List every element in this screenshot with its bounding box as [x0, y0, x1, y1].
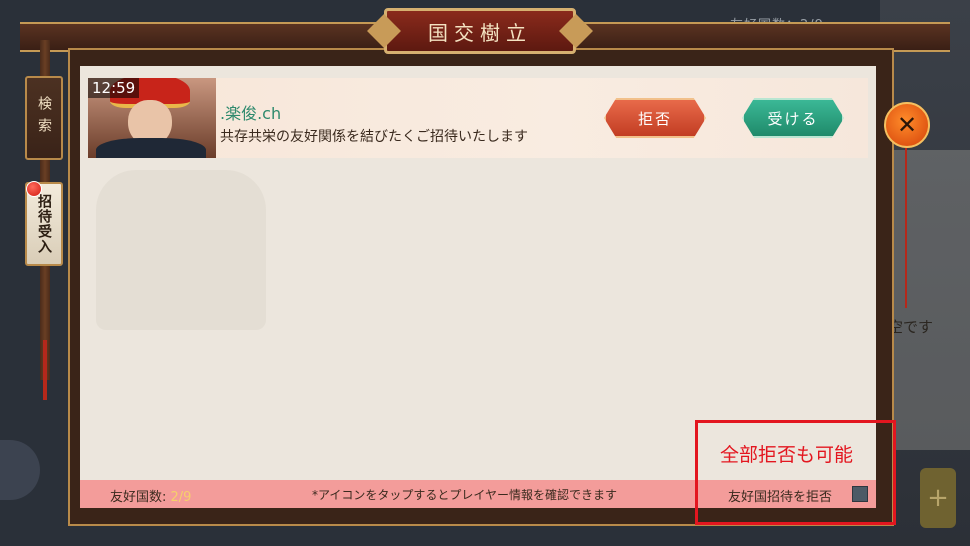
invite-timer: 12:59	[88, 78, 140, 98]
accept-button[interactable]: 受ける	[742, 98, 844, 138]
tab-search-label: 検索	[36, 96, 52, 140]
background-status-text: 空です	[888, 318, 934, 336]
accept-button-label: 受ける	[767, 109, 819, 128]
friend-count: 友好国数: 2/9	[110, 486, 191, 505]
tab-search[interactable]: 検索	[25, 76, 63, 160]
friend-count-value: 2/9	[170, 490, 192, 505]
close-string-decoration	[905, 148, 907, 308]
invite-message: 共存共栄の友好関係を結びたくご招待いたします	[220, 129, 528, 145]
friend-count-label: 友好国数:	[110, 490, 167, 505]
reject-button[interactable]: 拒否	[604, 98, 706, 138]
title-plaque: 国交樹立	[384, 8, 576, 54]
avatar-body	[96, 138, 206, 158]
close-icon[interactable]: ✕	[884, 102, 930, 148]
menu-icon[interactable]	[0, 440, 40, 500]
plus-icon[interactable]: +	[920, 468, 956, 528]
dialog-title: 国交樹立	[428, 20, 532, 45]
watermark-figure	[96, 170, 266, 330]
tap-note: *アイコンをタップするとプレイヤー情報を確認できます	[312, 488, 618, 502]
annotation-text: 全部拒否も可能	[720, 444, 854, 466]
tassel-decoration	[43, 340, 47, 400]
tab-invite-label: 招待受入	[36, 194, 52, 254]
notification-dot	[26, 181, 42, 197]
background-panel	[885, 150, 970, 450]
reject-button-label: 拒否	[637, 109, 672, 128]
annotation-box	[695, 420, 896, 525]
player-name: .楽俊.ch	[220, 104, 282, 123]
